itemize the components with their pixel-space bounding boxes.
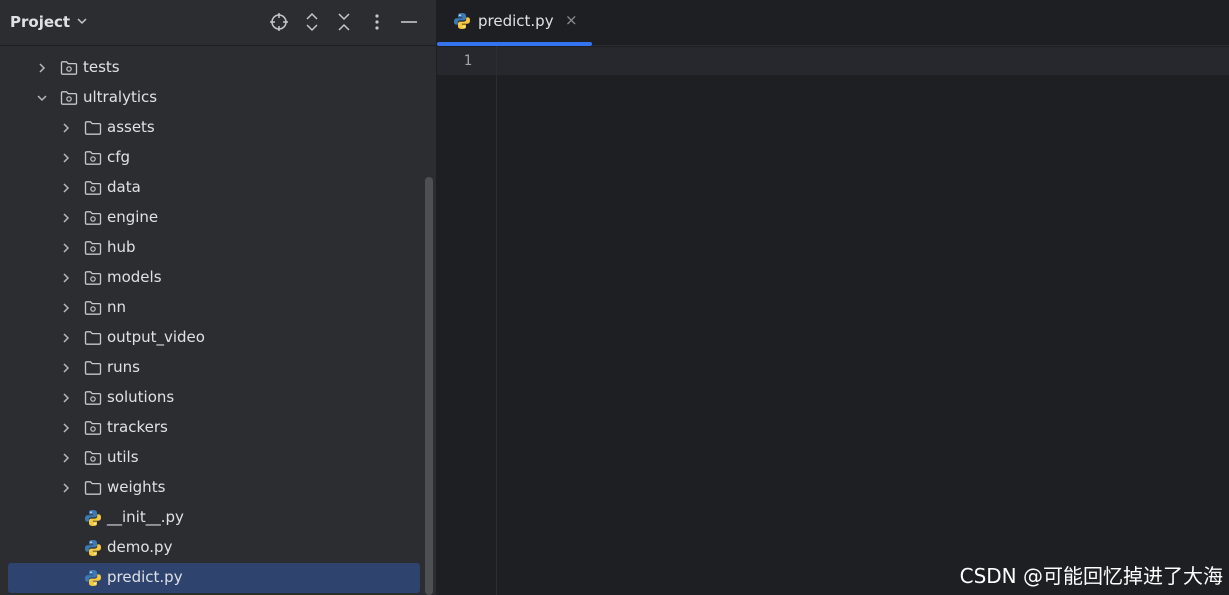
project-title: Project [10, 13, 71, 31]
folder-icon [84, 329, 102, 347]
tree-item-tests[interactable]: tests [8, 53, 420, 83]
tree-item-label: output_video [107, 328, 205, 346]
tree-item-label: predict.py [107, 568, 183, 586]
close-icon[interactable]: × [565, 11, 578, 29]
locate-target-icon[interactable] [268, 11, 290, 33]
chevron-down-icon[interactable] [34, 90, 50, 106]
tree-item-ultralytics[interactable]: ultralytics [8, 83, 420, 113]
tree-item-weights[interactable]: weights [8, 473, 420, 503]
tree-item-assets[interactable]: assets [8, 113, 420, 143]
tree-item-predict-py[interactable]: predict.py [8, 563, 420, 593]
tree-item-label: ultralytics [83, 88, 158, 106]
folder-icon [84, 359, 102, 377]
tree-item-cfg[interactable]: cfg [8, 143, 420, 173]
chevron-right-icon[interactable] [58, 150, 74, 166]
more-options-icon[interactable] [366, 11, 388, 33]
package-folder-icon [84, 389, 102, 407]
package-folder-icon [84, 269, 102, 287]
chevron-right-icon[interactable] [58, 390, 74, 406]
project-tree: tests ultralytics assets cfg data engine hub mo… [0, 47, 436, 595]
chevron-right-icon[interactable] [58, 450, 74, 466]
collapse-all-icon[interactable] [333, 11, 355, 33]
minimize-icon[interactable] [398, 11, 420, 33]
chevron-right-icon[interactable] [58, 120, 74, 136]
package-folder-icon [84, 299, 102, 317]
tree-item-label: weights [107, 478, 166, 496]
tree-item-engine[interactable]: engine [8, 203, 420, 233]
tree-item-runs[interactable]: runs [8, 353, 420, 383]
watermark: CSDN @可能回忆掉进了大海 [959, 564, 1223, 588]
tree-item-utils[interactable]: utils [8, 443, 420, 473]
package-folder-icon [84, 179, 102, 197]
editor-area: predict.py × 1 [437, 0, 1229, 595]
chevron-right-icon[interactable] [58, 180, 74, 196]
package-folder-icon [84, 149, 102, 167]
tab-predict-py[interactable]: predict.py × [437, 0, 592, 46]
tree-item-label: demo.py [107, 538, 173, 556]
chevron-right-icon[interactable] [58, 300, 74, 316]
chevron-right-icon[interactable] [58, 360, 74, 376]
tree-item-label: assets [107, 118, 155, 136]
tree-item-nn[interactable]: nn [8, 293, 420, 323]
package-folder-icon [60, 89, 78, 107]
chevron-right-icon[interactable] [58, 420, 74, 436]
chevron-right-icon[interactable] [58, 210, 74, 226]
tree-item-label: data [107, 178, 141, 196]
line-number: 1 [463, 53, 472, 69]
tree-item-data[interactable]: data [8, 173, 420, 203]
package-folder-icon [60, 59, 78, 77]
chevron-right-icon[interactable] [58, 270, 74, 286]
tree-item-label: utils [107, 448, 139, 466]
package-folder-icon [84, 419, 102, 437]
tree-item-label: solutions [107, 388, 175, 406]
tree-item-demo-py[interactable]: demo.py [8, 533, 420, 563]
folder-icon [84, 479, 102, 497]
tree-item-label: hub [107, 238, 136, 256]
editor-tab-bar: predict.py × [437, 0, 1229, 46]
python-file-icon [84, 569, 102, 587]
tree-item-hub[interactable]: hub [8, 233, 420, 263]
tab-label: predict.py [478, 12, 554, 30]
tree-item-solutions[interactable]: solutions [8, 383, 420, 413]
tree-scrollbar[interactable] [425, 177, 433, 595]
package-folder-icon [84, 449, 102, 467]
tree-item-label: cfg [107, 148, 131, 166]
expand-all-icon[interactable] [301, 11, 323, 33]
python-file-icon [84, 509, 102, 527]
package-folder-icon [84, 239, 102, 257]
tree-item-init-py[interactable]: __init__.py [8, 503, 420, 533]
folder-icon [84, 119, 102, 137]
chevron-right-icon[interactable] [58, 240, 74, 256]
tree-item-label: models [107, 268, 162, 286]
package-folder-icon [84, 209, 102, 227]
chevron-right-icon[interactable] [34, 60, 50, 76]
chevron-down-icon [76, 13, 88, 31]
tree-item-label: __init__.py [107, 508, 184, 526]
tree-item-label: engine [107, 208, 159, 226]
tree-item-output-video[interactable]: output_video [8, 323, 420, 353]
project-header: Project [0, 0, 436, 46]
project-sidebar: Project tests ultralytics assets cfg data eng… [0, 0, 436, 595]
chevron-right-icon[interactable] [58, 480, 74, 496]
tree-item-models[interactable]: models [8, 263, 420, 293]
chevron-right-icon[interactable] [58, 330, 74, 346]
tree-item-label: trackers [107, 418, 168, 436]
python-file-icon [453, 12, 471, 30]
project-view-selector[interactable]: Project [10, 13, 88, 31]
tree-item-label: nn [107, 298, 127, 316]
tree-item-label: tests [83, 58, 120, 76]
tree-item-label: runs [107, 358, 140, 376]
line-gutter: 1 [437, 46, 497, 595]
python-file-icon [84, 539, 102, 557]
current-line-highlight [437, 47, 1229, 75]
tree-item-trackers[interactable]: trackers [8, 413, 420, 443]
